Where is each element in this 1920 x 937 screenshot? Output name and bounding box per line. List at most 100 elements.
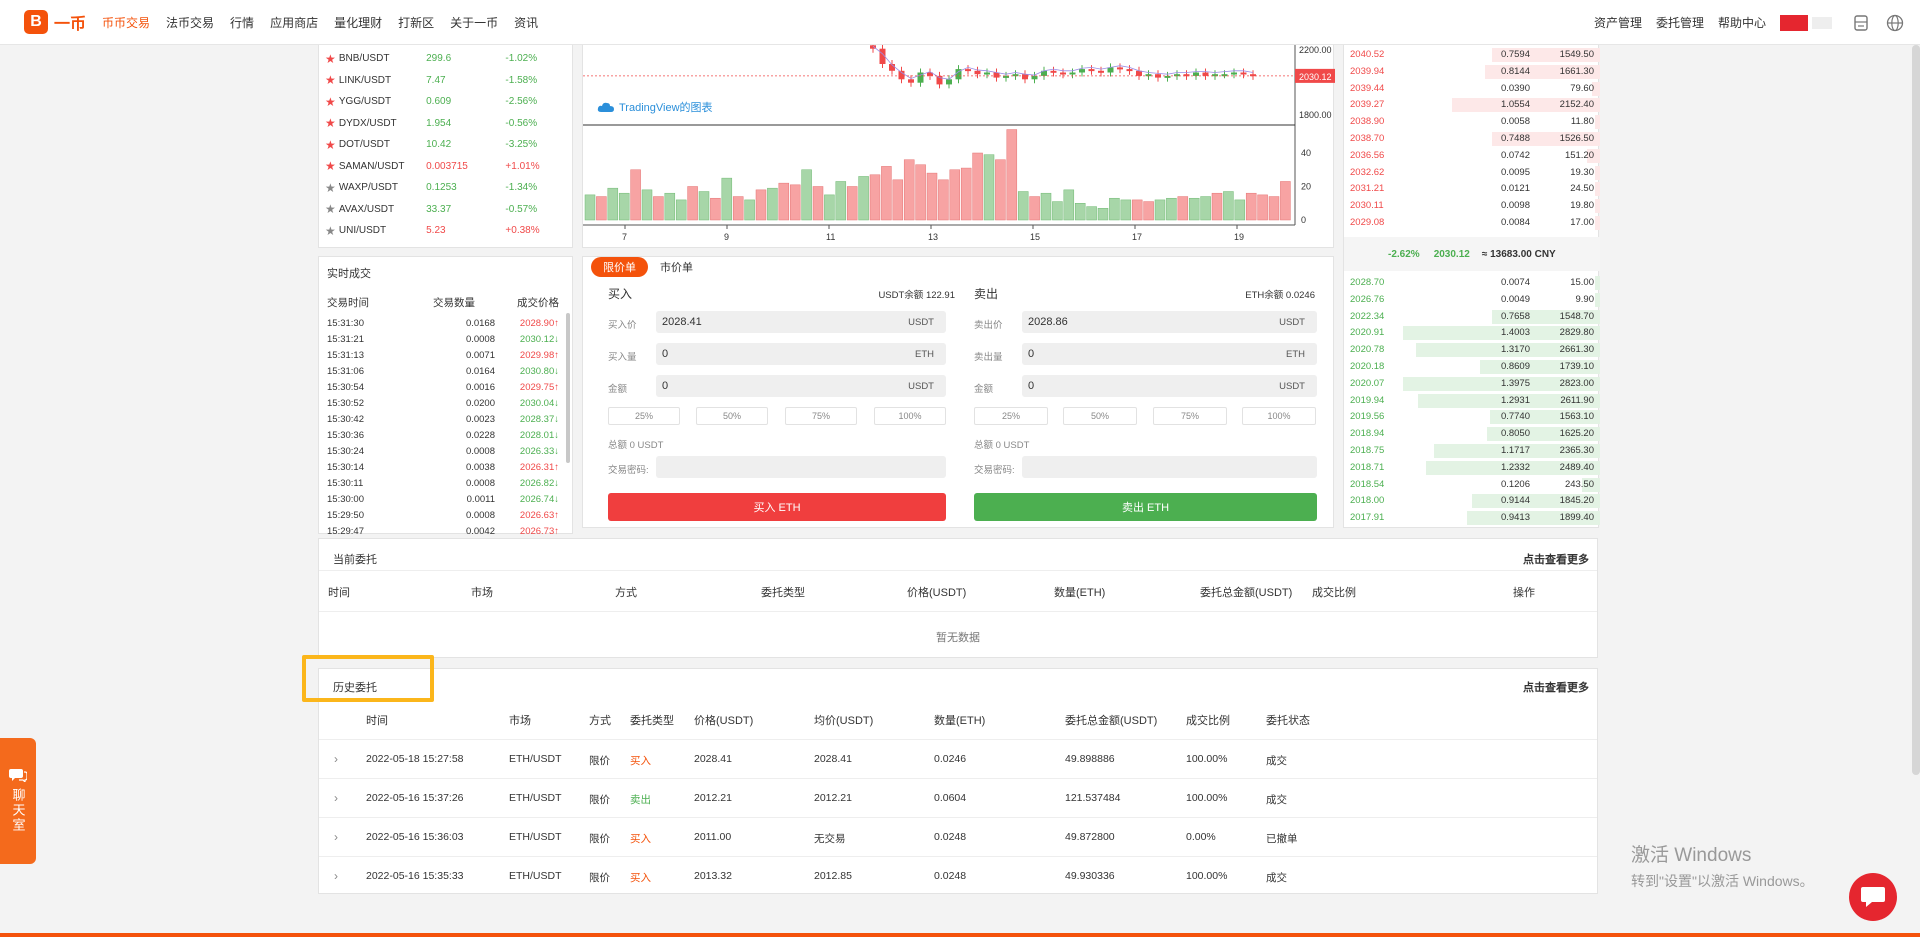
sell-pct-75[interactable]: 75% (1153, 407, 1227, 425)
history-order-row[interactable]: › 2022-05-18 15:27:58 ETH/USDT 限价 买入 2028.41 2… (319, 739, 1597, 778)
history-order-row[interactable]: › 2022-05-16 15:36:03 ETH/USDT 限价 买入 2011.00 无… (319, 817, 1597, 856)
ask-row[interactable]: 2039.27 1.0554 2152.40 (1344, 97, 1600, 114)
current-orders-panel: 当前委托 点击查看更多 时间 市场 方式 委托类型 价格(USDT) 数量(ET… (318, 538, 1598, 658)
market-row[interactable]: ★ AVAX/USDT 33.37 -0.57% (325, 199, 555, 220)
favorite-star-icon[interactable]: ★ (325, 159, 339, 173)
nav-quant-finance[interactable]: 量化理财 (334, 14, 382, 31)
favorite-star-icon[interactable]: ★ (325, 116, 339, 130)
favorite-star-icon[interactable]: ★ (325, 52, 339, 66)
sell-pct-100[interactable]: 100% (1242, 407, 1316, 425)
buy-pct-75[interactable]: 75% (785, 407, 857, 425)
ask-row[interactable]: 2032.62 0.0095 19.30 (1344, 165, 1600, 182)
bid-row[interactable]: 2020.18 0.8609 1739.10 (1344, 359, 1600, 376)
buy-pct-100[interactable]: 100% (874, 407, 946, 425)
market-row[interactable]: ★ BNB/USDT 299.6 -1.02% (325, 48, 555, 69)
tab-market-order[interactable]: 市价单 (654, 257, 699, 277)
bid-row[interactable]: 2020.07 1.3975 2823.00 (1344, 376, 1600, 393)
ask-row[interactable]: 2040.52 0.7594 1549.50 (1344, 47, 1600, 64)
sell-pct-25[interactable]: 25% (974, 407, 1048, 425)
customer-service-button[interactable] (1849, 873, 1897, 921)
buy-pct-50[interactable]: 50% (696, 407, 768, 425)
ask-row[interactable]: 2038.70 0.7488 1526.50 (1344, 131, 1600, 148)
market-row[interactable]: ★ DOT/USDT 10.42 -3.25% (325, 134, 555, 155)
sell-pct-50[interactable]: 50% (1063, 407, 1137, 425)
chatroom-tab[interactable]: 聊天室 (0, 738, 36, 864)
order-form-panel: 限价单 市价单 买入 USDT余额 122.91 买入价 2028.41 USDT… (582, 256, 1334, 528)
current-orders-more-link[interactable]: 点击查看更多 (1523, 551, 1589, 567)
bid-row[interactable]: 2028.70 0.0074 15.00 (1344, 275, 1600, 292)
market-row[interactable]: ★ UNI/USDT 5.23 +0.38% (325, 220, 555, 241)
buy-price-input[interactable]: 2028.41 USDT (656, 311, 946, 333)
favorite-star-icon[interactable]: ★ (325, 181, 339, 195)
user-name-redacted[interactable] (1812, 16, 1832, 29)
bid-row[interactable]: 2018.00 0.9144 1845.20 (1344, 493, 1600, 510)
bid-row[interactable]: 2020.91 1.4003 2829.80 (1344, 325, 1600, 342)
history-order-row[interactable]: › 2022-05-16 15:37:26 ETH/USDT 限价 卖出 2012.21 2… (319, 778, 1597, 817)
bid-row[interactable]: 2018.75 1.1717 2365.30 (1344, 443, 1600, 460)
sell-button[interactable]: 卖出 ETH (974, 493, 1317, 521)
buy-amount-input[interactable]: 0 ETH (656, 343, 946, 365)
nav-help-center[interactable]: 帮助中心 (1718, 14, 1766, 31)
nav-fiat-trading[interactable]: 法币交易 (166, 14, 214, 31)
favorite-star-icon[interactable]: ★ (325, 73, 339, 87)
market-row[interactable]: ★ YGG/USDT 0.609 -2.56% (325, 91, 555, 112)
bid-row[interactable]: 2018.94 0.8050 1625.20 (1344, 426, 1600, 443)
nav-news[interactable]: 资讯 (514, 14, 538, 31)
nav-about[interactable]: 关于一币 (450, 14, 498, 31)
bid-row[interactable]: 2017.91 0.9413 1899.40 (1344, 510, 1600, 527)
expand-chevron-icon[interactable]: › (334, 830, 338, 844)
bid-row[interactable]: 2018.71 1.2332 2489.40 (1344, 460, 1600, 477)
bid-row[interactable]: 2020.78 1.3170 2661.30 (1344, 342, 1600, 359)
expand-chevron-icon[interactable]: › (334, 752, 338, 766)
buy-pct-25[interactable]: 25% (608, 407, 680, 425)
market-row[interactable]: ★ WAXP/USDT 0.1253 -1.34% (325, 177, 555, 198)
sell-price-input[interactable]: 2028.86 USDT (1022, 311, 1317, 333)
bid-row[interactable]: 2019.56 0.7740 1563.10 (1344, 409, 1600, 426)
price-tick-label: 1800.00 (1299, 110, 1332, 120)
bid-row[interactable]: 2019.94 1.2931 2611.90 (1344, 393, 1600, 410)
favorite-star-icon[interactable]: ★ (325, 202, 339, 216)
nav-order-management[interactable]: 委托管理 (1656, 14, 1704, 31)
logo[interactable]: B 一币 (24, 10, 86, 34)
ask-row[interactable]: 2031.21 0.0121 24.50 (1344, 181, 1600, 198)
tradingview-watermark[interactable]: TradingView的图表 (597, 99, 713, 115)
sell-password-input[interactable] (1022, 456, 1317, 478)
page-scrollbar[interactable] (1912, 45, 1920, 775)
candlestick-chart[interactable]: 2030.12 2200.00 1800.00 40 20 0 7 9 11 13 15 17 19 (583, 45, 1335, 248)
bid-row[interactable]: 2026.76 0.0049 9.90 (1344, 292, 1600, 309)
favorite-star-icon[interactable]: ★ (325, 224, 339, 238)
nav-spot-trading[interactable]: 币币交易 (102, 14, 150, 31)
bid-row[interactable]: 2018.54 0.1206 243.50 (1344, 477, 1600, 494)
trades-scrollbar[interactable] (566, 313, 570, 463)
app-download-icon[interactable] (1852, 14, 1870, 32)
market-row[interactable]: ★ SAMAN/USDT 0.003715 +1.01% (325, 156, 555, 177)
expand-chevron-icon[interactable]: › (334, 791, 338, 805)
ask-row[interactable]: 2038.90 0.0058 11.80 (1344, 114, 1600, 131)
nav-ipo-zone[interactable]: 打新区 (398, 14, 434, 31)
buy-total-input[interactable]: 0 USDT (656, 375, 946, 397)
ask-row[interactable]: 2029.08 0.0084 17.00 (1344, 215, 1600, 232)
tab-limit-order[interactable]: 限价单 (591, 257, 648, 277)
expand-chevron-icon[interactable]: › (334, 869, 338, 883)
favorite-star-icon[interactable]: ★ (325, 95, 339, 109)
sell-amount-input[interactable]: 0 ETH (1022, 343, 1317, 365)
market-row[interactable]: ★ DYDX/USDT 1.954 -0.56% (325, 113, 555, 134)
nav-market[interactable]: 行情 (230, 14, 254, 31)
ask-row[interactable]: 2039.94 0.8144 1661.30 (1344, 64, 1600, 81)
nav-asset-management[interactable]: 资产管理 (1594, 14, 1642, 31)
ask-row[interactable]: 2036.56 0.0742 151.20 (1344, 148, 1600, 165)
sell-total-input[interactable]: 0 USDT (1022, 375, 1317, 397)
ask-row[interactable]: 2039.44 0.0390 79.60 (1344, 81, 1600, 98)
buy-button[interactable]: 买入 ETH (608, 493, 946, 521)
nav-app-store[interactable]: 应用商店 (270, 14, 318, 31)
ask-row[interactable]: 2030.11 0.0098 19.80 (1344, 198, 1600, 215)
history-order-row[interactable]: › 2022-05-16 15:35:33 ETH/USDT 限价 买入 2013.32 2… (319, 856, 1597, 895)
buy-password-input[interactable] (656, 456, 946, 478)
market-row[interactable]: ★ LINK/USDT 7.47 -1.58% (325, 70, 555, 91)
bid-qty: 1.4003 (1500, 327, 1530, 339)
favorite-star-icon[interactable]: ★ (325, 138, 339, 152)
bid-row[interactable]: 2022.34 0.7658 1548.70 (1344, 309, 1600, 326)
user-avatar-redacted[interactable] (1780, 14, 1808, 31)
history-orders-more-link[interactable]: 点击查看更多 (1523, 679, 1589, 695)
globe-icon[interactable] (1886, 14, 1904, 32)
